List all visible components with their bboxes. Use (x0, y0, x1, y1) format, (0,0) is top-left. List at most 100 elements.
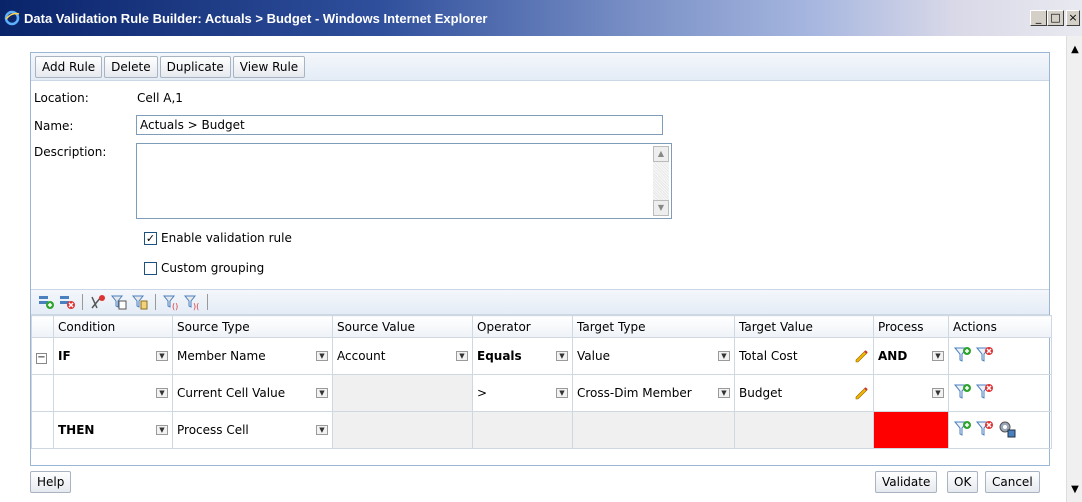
source-type-value: Current Cell Value (177, 386, 286, 400)
process-settings-icon[interactable] (997, 419, 1017, 442)
scroll-down-icon[interactable]: ▼ (1069, 484, 1081, 496)
table-row: ▼ Current Cell Value ▼ > ▼ Cross-Dim Membe… (31, 374, 1052, 412)
target-value-cell[interactable]: Budget (734, 374, 874, 412)
checkbox-checked-icon[interactable]: ✓ (144, 231, 157, 245)
location-value: Cell A,1 (137, 91, 183, 105)
source-value-cell[interactable]: Account ▼ (332, 337, 473, 375)
condition-cell[interactable]: THEN ▼ (53, 411, 173, 449)
scroll-down-icon[interactable]: ▼ (653, 200, 669, 216)
ok-button[interactable]: OK (947, 471, 979, 493)
pencil-icon[interactable] (853, 347, 869, 366)
ungroup-conditions-icon[interactable]: )( (183, 293, 201, 311)
dropdown-icon[interactable]: ▼ (932, 388, 944, 398)
header-condition[interactable]: Condition (53, 315, 173, 338)
operator-value: Equals (477, 349, 522, 363)
header-source-type[interactable]: Source Type (172, 315, 333, 338)
condition-cell[interactable]: IF ▼ (53, 337, 173, 375)
close-button[interactable]: × (1066, 10, 1080, 26)
dropdown-icon[interactable]: ▼ (156, 351, 168, 361)
location-label: Location: (34, 91, 89, 105)
group-conditions-icon[interactable]: () (162, 293, 180, 311)
add-condition-icon[interactable] (953, 419, 973, 442)
cut-icon[interactable] (89, 293, 107, 311)
dropdown-icon[interactable]: ▼ (316, 425, 328, 435)
add-condition-icon[interactable] (953, 345, 973, 368)
validate-button[interactable]: Validate (875, 471, 938, 493)
paste-icon[interactable] (131, 293, 149, 311)
header-operator[interactable]: Operator (472, 315, 573, 338)
header-source-value[interactable]: Source Value (332, 315, 473, 338)
target-type-cell (572, 411, 735, 449)
dropdown-icon[interactable]: ▼ (556, 388, 568, 398)
add-condition-icon[interactable] (37, 293, 55, 311)
help-button[interactable]: Help (30, 471, 72, 493)
dropdown-icon[interactable]: ▼ (456, 351, 468, 361)
target-type-value: Value (577, 349, 610, 363)
operator-value: > (477, 386, 488, 400)
view-rule-button[interactable]: View Rule (232, 55, 306, 78)
remove-condition-icon[interactable] (975, 382, 995, 405)
add-rule-button[interactable]: Add Rule (35, 55, 103, 78)
minimize-button[interactable]: _ (1030, 10, 1047, 26)
rule-builder-panel: Add Rule Delete Duplicate View Rule Loca… (30, 52, 1052, 466)
header-target-value[interactable]: Target Value (734, 315, 874, 338)
target-type-cell[interactable]: Cross-Dim Member ▼ (572, 374, 735, 412)
operator-cell (472, 411, 573, 449)
dropdown-icon[interactable]: ▼ (718, 388, 730, 398)
actions-cell (948, 337, 1052, 375)
copy-icon[interactable] (110, 293, 128, 311)
operator-cell[interactable]: > ▼ (472, 374, 573, 412)
dropdown-icon[interactable]: ▼ (316, 388, 328, 398)
target-type-cell[interactable]: Value ▼ (572, 337, 735, 375)
header-process[interactable]: Process (873, 315, 949, 338)
dropdown-icon[interactable]: ▼ (156, 388, 168, 398)
description-scrollbar[interactable]: ▲ ▼ (653, 146, 669, 216)
source-type-cell[interactable]: Process Cell ▼ (172, 411, 333, 449)
window-scrollbar[interactable]: ▲ ▼ (1066, 36, 1082, 502)
remove-condition-icon[interactable] (975, 419, 995, 442)
delete-button[interactable]: Delete (104, 55, 158, 78)
collapse-icon[interactable]: − (36, 352, 47, 364)
header-actions: Actions (948, 315, 1052, 338)
conditions-grid: Condition Source Type Source Value Opera… (31, 315, 1052, 449)
cancel-button[interactable]: Cancel (985, 471, 1040, 493)
description-textarea[interactable]: ▲ ▼ (136, 143, 672, 219)
scroll-up-icon[interactable]: ▲ (653, 146, 669, 162)
source-type-value: Process Cell (177, 423, 249, 437)
delete-condition-icon[interactable] (58, 293, 76, 311)
maximize-button[interactable]: □ (1047, 10, 1064, 26)
window-title: Data Validation Rule Builder: Actuals > … (24, 10, 488, 26)
dropdown-icon[interactable]: ▼ (556, 351, 568, 361)
remove-condition-icon[interactable] (975, 345, 995, 368)
condition-value: IF (58, 349, 71, 363)
custom-grouping-checkbox[interactable]: Custom grouping (144, 261, 264, 275)
actions-cell (948, 411, 1052, 449)
name-field[interactable] (136, 115, 663, 135)
dropdown-icon[interactable]: ▼ (718, 351, 730, 361)
dropdown-icon[interactable]: ▼ (316, 351, 328, 361)
dropdown-icon[interactable]: ▼ (156, 425, 168, 435)
collapse-toggle[interactable]: − (31, 337, 54, 375)
pencil-icon[interactable] (853, 384, 869, 403)
enable-validation-checkbox[interactable]: ✓ Enable validation rule (144, 231, 292, 245)
checkbox-unchecked-icon[interactable] (144, 261, 157, 275)
operator-cell[interactable]: Equals ▼ (472, 337, 573, 375)
source-value-value: Account (337, 349, 386, 363)
svg-text:)(: )( (193, 302, 199, 311)
source-value-cell (332, 411, 473, 449)
scroll-up-icon[interactable]: ▲ (1069, 44, 1081, 56)
header-target-type[interactable]: Target Type (572, 315, 735, 338)
process-cell[interactable]: ▼ (873, 374, 949, 412)
window-titlebar: Data Validation Rule Builder: Actuals > … (0, 0, 1082, 36)
source-type-cell[interactable]: Member Name ▼ (172, 337, 333, 375)
process-cell[interactable]: AND ▼ (873, 337, 949, 375)
target-value-cell[interactable]: Total Cost (734, 337, 874, 375)
name-label: Name: (34, 119, 74, 133)
condition-cell[interactable]: ▼ (53, 374, 173, 412)
process-color-cell[interactable] (873, 411, 949, 449)
add-condition-icon[interactable] (953, 382, 973, 405)
source-type-cell[interactable]: Current Cell Value ▼ (172, 374, 333, 412)
grid-header-row: Condition Source Type Source Value Opera… (31, 315, 1052, 338)
duplicate-button[interactable]: Duplicate (159, 55, 231, 78)
dropdown-icon[interactable]: ▼ (932, 351, 944, 361)
